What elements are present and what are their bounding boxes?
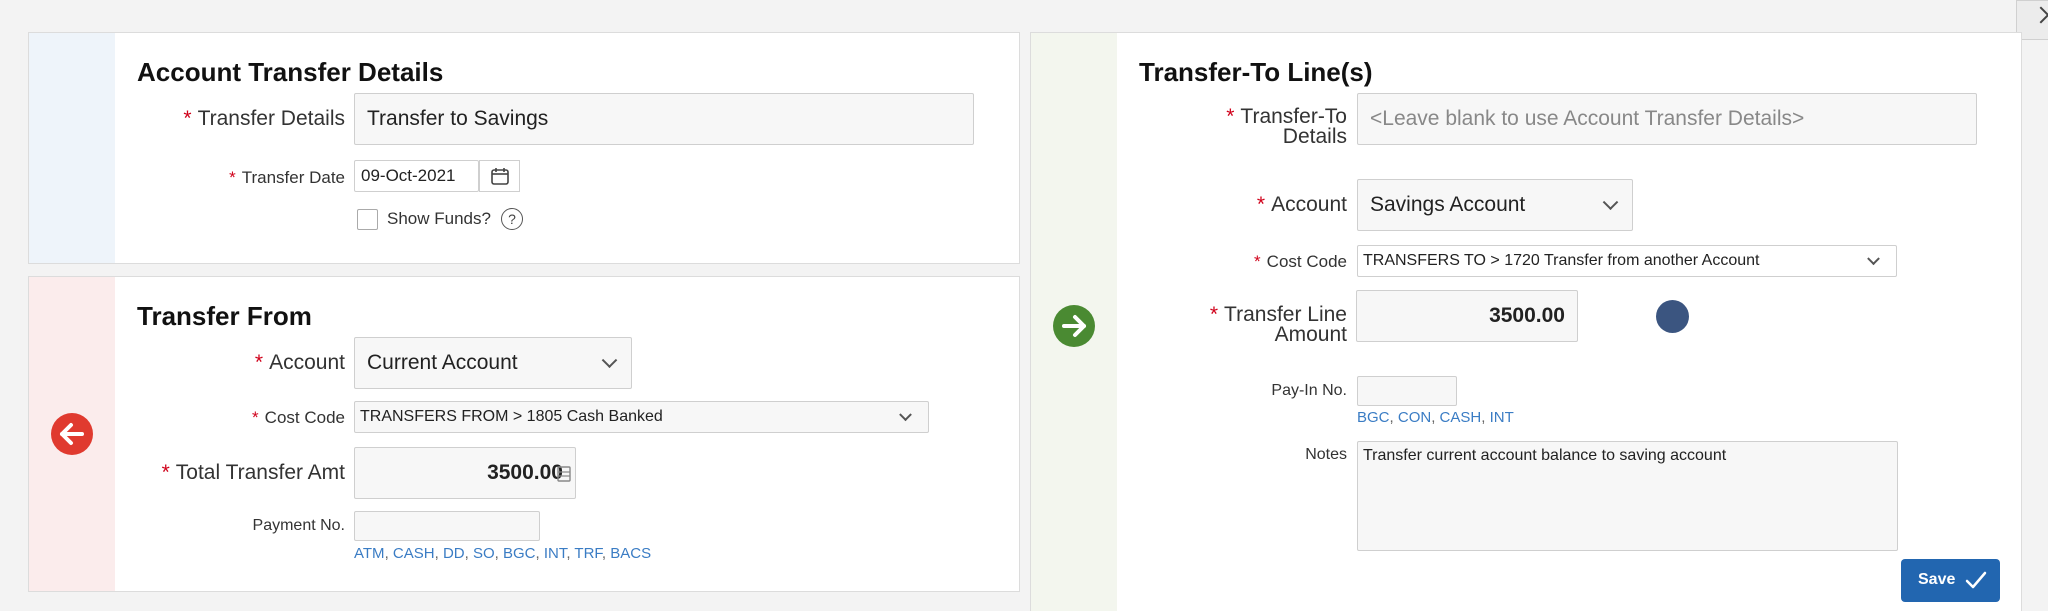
transfer-to-details-input[interactable]: <Leave blank to use Account Transfer Det…	[1357, 93, 1977, 145]
payment-type-link[interactable]: BGC	[503, 545, 536, 562]
cost-code-label: * Cost Code	[252, 408, 345, 427]
transfer-from-panel: Transfer From * Account Current Account *…	[28, 276, 1020, 592]
transfer-to-panel: Transfer-To Line(s) * Transfer-To Details …	[1030, 32, 2022, 611]
calculator-icon[interactable]	[557, 466, 571, 482]
cost-code-select[interactable]: TRANSFERS FROM > 1805 Cash Banked	[354, 401, 929, 433]
show-funds-label: Show Funds?	[387, 209, 491, 228]
payment-type-links: ATM, CASH, DD, SO, BGC, INT, TRF, BACS	[354, 545, 652, 562]
total-transfer-label: * Total Transfer Amt	[161, 461, 345, 484]
arrow-left-icon	[60, 423, 84, 445]
calendar-icon	[491, 168, 509, 185]
pay-in-no-input[interactable]	[1357, 376, 1457, 406]
chevron-down-icon	[1602, 194, 1619, 211]
page: Account Transfer Details * Transfer Detai…	[0, 0, 2048, 611]
account-label: * Account	[1256, 193, 1347, 216]
calendar-button[interactable]	[479, 160, 520, 192]
section-title: Transfer From	[137, 301, 312, 331]
account-label: * Account	[254, 351, 345, 374]
pay-in-type-link[interactable]: BGC	[1357, 409, 1390, 426]
account-select[interactable]: Savings Account	[1357, 179, 1633, 231]
help-icon[interactable]: ?	[501, 208, 523, 230]
pay-in-type-link[interactable]: INT	[1490, 409, 1514, 426]
pay-in-type-link[interactable]: CASH	[1440, 409, 1482, 426]
save-button[interactable]: Save	[1901, 559, 2000, 602]
pay-in-type-links: BGC, CON, CASH, INT	[1357, 409, 1514, 426]
payment-type-link[interactable]: ATM	[354, 545, 385, 562]
payment-type-link[interactable]: CASH	[393, 545, 435, 562]
arrow-right-icon	[1062, 315, 1086, 337]
status-dot[interactable]	[1656, 300, 1689, 333]
transfer-line-amount-label: * Transfer Line Amount	[1209, 303, 1347, 346]
chevron-down-icon	[1867, 252, 1880, 266]
panel-strip	[29, 33, 115, 263]
section-title: Transfer-To Line(s)	[1139, 57, 1373, 87]
payment-type-link[interactable]: DD	[443, 545, 465, 562]
transfer-line-amount-input[interactable]: 3500.00	[1356, 290, 1578, 342]
payment-type-link[interactable]: BACS	[610, 545, 651, 562]
payment-no-label: Payment No.	[252, 517, 345, 534]
transfer-details-input[interactable]: Transfer to Savings	[354, 93, 974, 145]
notes-label: Notes	[1305, 446, 1347, 463]
transfer-date-input[interactable]: 09-Oct-2021	[354, 160, 479, 192]
account-select[interactable]: Current Account	[354, 337, 632, 389]
account-transfer-details-panel: Account Transfer Details * Transfer Detai…	[28, 32, 1020, 264]
chevron-down-icon	[899, 408, 912, 422]
show-funds-checkbox[interactable]	[357, 209, 378, 230]
payment-type-link[interactable]: TRF	[574, 545, 602, 562]
arrow-left-button[interactable]	[51, 413, 93, 455]
cost-code-label: * Cost Code	[1254, 252, 1347, 271]
pay-in-type-link[interactable]: CON	[1398, 409, 1431, 426]
arrow-right-button[interactable]	[1053, 305, 1095, 347]
notes-textarea[interactable]: Transfer current account balance to savi…	[1357, 441, 1898, 551]
chevron-down-icon	[601, 352, 618, 369]
section-title: Account Transfer Details	[137, 57, 444, 87]
payment-no-input[interactable]	[354, 511, 540, 541]
transfer-to-details-label: * Transfer-To Details	[1226, 105, 1347, 148]
checkmark-icon	[1965, 571, 1987, 589]
payment-type-link[interactable]: SO	[473, 545, 495, 562]
chevron-right-icon	[2032, 6, 2048, 24]
transfer-date-label: * Transfer Date	[229, 168, 345, 187]
transfer-details-label: * Transfer Details	[183, 107, 345, 130]
total-transfer-input[interactable]: 3500.00	[354, 447, 576, 499]
cost-code-select[interactable]: TRANSFERS TO > 1720 Transfer from anothe…	[1357, 245, 1897, 277]
pay-in-no-label: Pay-In No.	[1271, 382, 1347, 399]
payment-type-link[interactable]: INT	[544, 545, 567, 562]
